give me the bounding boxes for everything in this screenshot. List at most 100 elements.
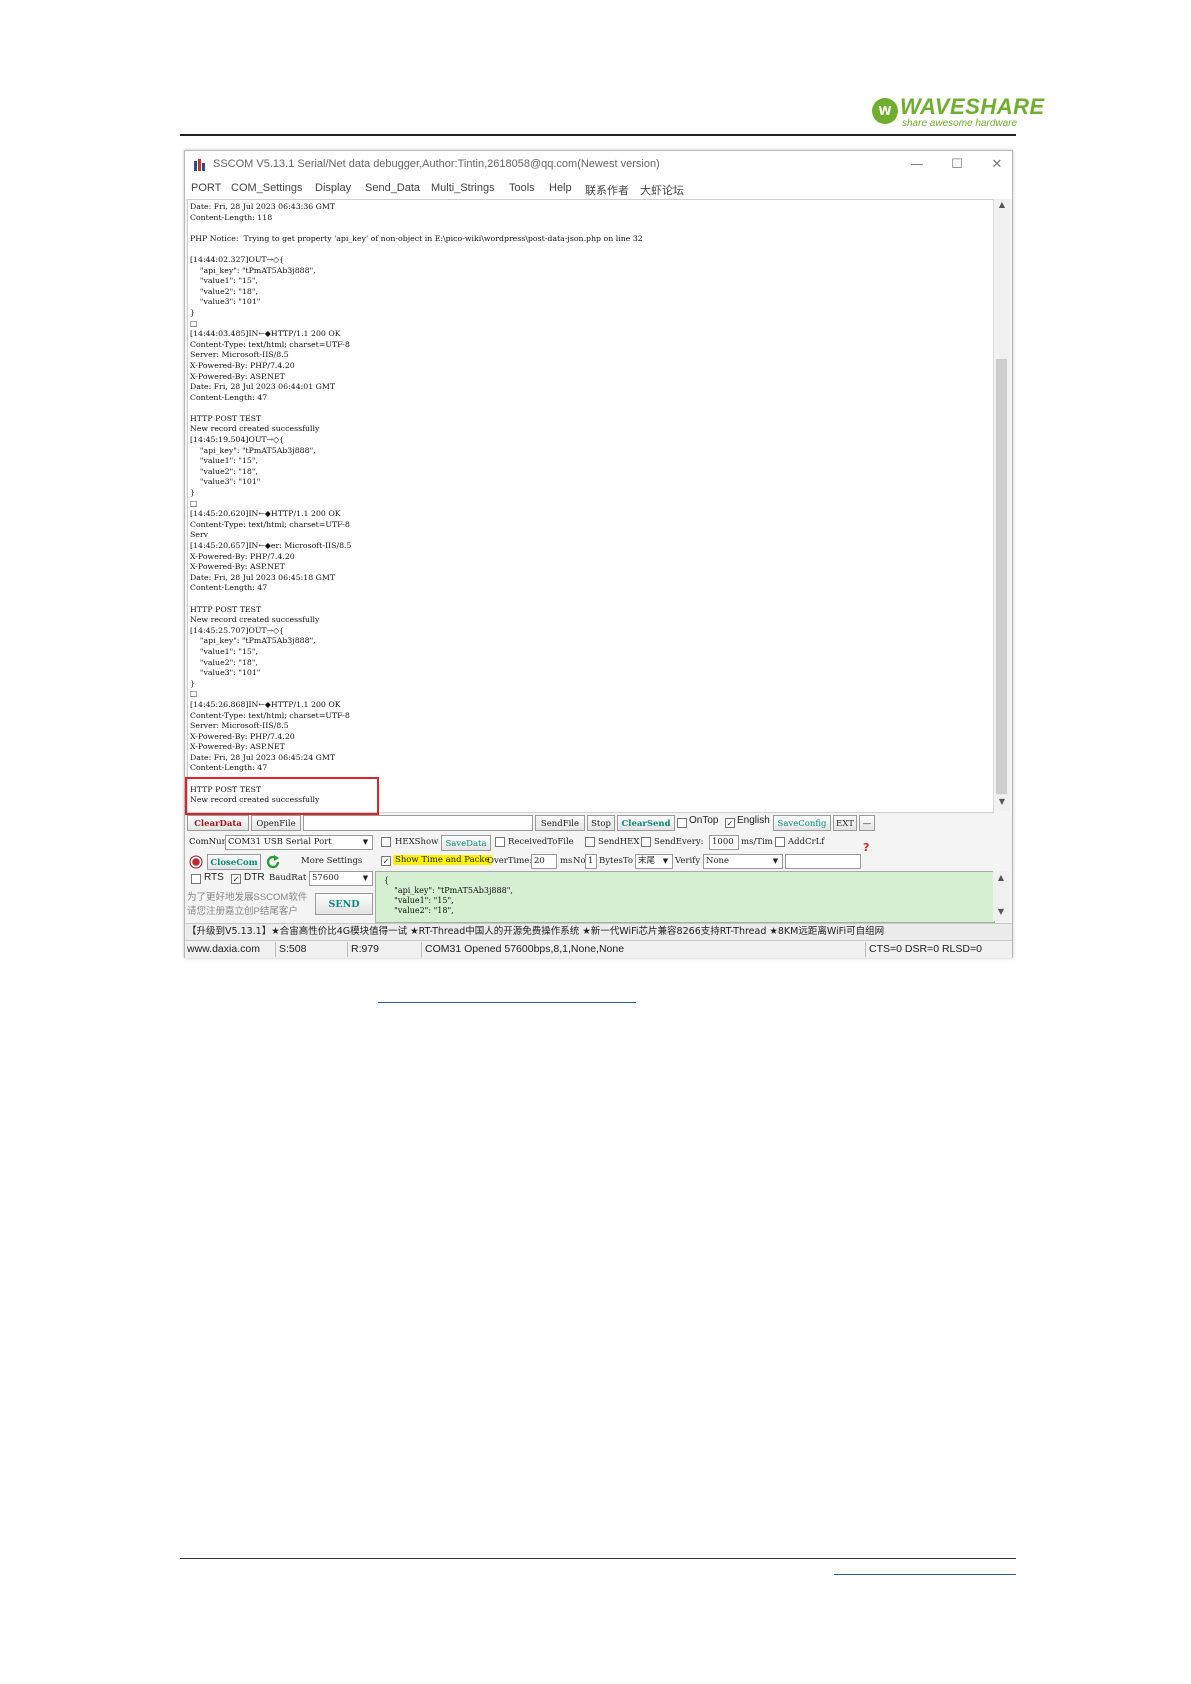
add-crlf-label: AddCrLf (788, 837, 825, 847)
window-title: SSCOM V5.13.1 Serial/Net data debugger,A… (213, 158, 660, 170)
rts-label: RTS (204, 872, 224, 883)
status-site-link[interactable]: www.daxia.com (187, 941, 260, 958)
no-input[interactable]: 1 (585, 854, 597, 869)
open-file-button[interactable]: OpenFile (251, 815, 301, 831)
menu-contact-author[interactable]: 联系作者 (585, 182, 629, 198)
menu-bar: PORT COM_Settings Display Send_Data Mult… (185, 179, 1012, 199)
chevron-down-icon: ▼ (362, 838, 369, 846)
maximize-button[interactable]: ☐ (947, 155, 967, 175)
stop-button[interactable]: Stop (587, 815, 615, 831)
close-button[interactable]: ✕ (987, 155, 1007, 175)
com-num-value: COM31 USB Serial Port (228, 837, 332, 847)
receive-area[interactable]: Date: Fri, 28 Jul 2023 06:43:36 GMT Cont… (187, 199, 994, 813)
footer-hyperlink-underline[interactable] (834, 1574, 1016, 1575)
file-path-input[interactable] (303, 815, 533, 831)
sscom-app-icon (194, 159, 205, 171)
menu-com-settings[interactable]: COM_Settings (231, 182, 303, 194)
menu-forum[interactable]: 大虾论坛 (640, 182, 684, 198)
bytes-to-select[interactable]: 末尾 ▼ (635, 854, 673, 869)
waveshare-logo: W WAVESHARE share awesome hardware (872, 94, 1044, 130)
hex-show-label: HEXShow (395, 837, 439, 847)
send-text-area[interactable]: { "api_key": "tPmAT5Ab3j888", "value1": … (375, 871, 995, 923)
more-settings-button[interactable]: More Settings (301, 856, 362, 866)
rts-checkbox[interactable] (191, 874, 201, 884)
com-num-select[interactable]: COM31 USB Serial Port ▼ (225, 835, 373, 850)
english-checkbox[interactable]: ✓ (725, 818, 735, 828)
status-received-count: R:979 (351, 943, 380, 955)
header-rule (180, 134, 1016, 136)
record-icon (189, 855, 203, 869)
show-time-label: Show Time and Packe (393, 855, 492, 865)
on-top-label: OnTop (689, 815, 719, 826)
send-file-button[interactable]: SendFile (535, 815, 585, 831)
promo-line-2[interactable]: 请您注册嘉立创P结尾客户 (187, 903, 298, 917)
save-config-button[interactable]: SaveConfig (773, 815, 831, 831)
scroll-up-icon[interactable]: ▲ (994, 200, 1010, 209)
dtr-checkbox[interactable]: ✓ (231, 874, 241, 884)
english-label: English (737, 815, 770, 826)
status-sent-count: S:508 (279, 943, 307, 955)
body-hyperlink-underline[interactable] (378, 1002, 636, 1003)
status-bar: www.daxia.com S:508 R:979 COM31 Opened 5… (185, 940, 1012, 958)
receive-to-file-checkbox[interactable] (495, 837, 505, 847)
receive-log: Date: Fri, 28 Jul 2023 06:43:36 GMT Cont… (190, 202, 643, 805)
logo-tagline: share awesome hardware (902, 118, 1018, 129)
ad-ticker[interactable]: 【升级到V5.13.1】★合宙高性价比4G模块值得一试 ★RT-Thread中国… (185, 923, 1012, 940)
sscom-window: SSCOM V5.13.1 Serial/Net data debugger,A… (184, 150, 1013, 958)
bytes-to-label: BytesTo (599, 856, 633, 866)
chevron-down-icon: ▼ (772, 857, 779, 865)
send-hex-label: SendHEX (598, 837, 640, 847)
overtime-input[interactable]: 20 (531, 854, 557, 869)
bytes-to-value: 末尾 (638, 856, 656, 866)
add-crlf-checkbox[interactable] (775, 837, 785, 847)
send-scrollbar[interactable]: ▲ ▼ (993, 871, 1009, 921)
dtr-label: DTR (244, 872, 265, 883)
clear-send-button[interactable]: ClearSend (617, 815, 675, 831)
scroll-down-icon[interactable]: ▼ (994, 797, 1010, 806)
menu-display[interactable]: Display (315, 182, 351, 194)
receive-scrollbar[interactable]: ▲ ▼ (993, 199, 1010, 811)
show-time-checkbox[interactable]: ✓ (381, 856, 391, 866)
menu-port[interactable]: PORT (191, 182, 221, 194)
collapse-button[interactable]: — (859, 815, 875, 831)
send-every-checkbox[interactable] (641, 837, 651, 847)
menu-tools[interactable]: Tools (509, 182, 535, 194)
scroll-down-icon[interactable]: ▼ (993, 907, 1009, 916)
baud-rate-select[interactable]: 57600 ▼ (309, 871, 373, 886)
verify-value: None (706, 856, 730, 866)
ms-tim-label: ms/Tim (741, 837, 773, 847)
status-port-state: COM31 Opened 57600bps,8,1,None,None (425, 943, 625, 955)
verify-result-input[interactable] (785, 854, 861, 869)
send-hex-checkbox[interactable] (585, 837, 595, 847)
clear-data-button[interactable]: ClearData (187, 815, 249, 831)
title-bar: SSCOM V5.13.1 Serial/Net data debugger,A… (185, 151, 1012, 179)
minimize-button[interactable]: — (907, 155, 927, 175)
menu-help[interactable]: Help (549, 182, 572, 194)
scroll-up-icon[interactable]: ▲ (993, 873, 1009, 882)
send-button[interactable]: SEND (315, 893, 373, 915)
verify-select[interactable]: None ▼ (703, 854, 783, 869)
verify-label: Verify (675, 856, 701, 866)
close-com-button[interactable]: CloseCom (207, 854, 261, 870)
logo-brand: WAVESHARE (900, 94, 1045, 119)
scroll-thumb[interactable] (996, 359, 1007, 794)
menu-send-data[interactable]: Send_Data (365, 182, 420, 194)
help-icon[interactable]: ? (863, 841, 869, 854)
receive-to-file-label: ReceivedToFile (508, 837, 574, 847)
no-label: No (573, 856, 586, 866)
baud-rate-label: BaudRat (269, 873, 307, 883)
chevron-down-icon: ▼ (662, 857, 669, 865)
hex-show-checkbox[interactable] (381, 837, 391, 847)
save-data-button[interactable]: SaveData (441, 835, 491, 851)
on-top-checkbox[interactable] (677, 818, 687, 828)
menu-multi-strings[interactable]: Multi_Strings (431, 182, 495, 194)
send-every-label: SendEvery: (654, 837, 704, 847)
baud-rate-value: 57600 (312, 873, 340, 883)
promo-line-1[interactable]: 为了更好地发展SSCOM软件 (187, 889, 307, 903)
send-every-input[interactable]: 1000 (709, 835, 739, 850)
waveshare-logo-icon: W (872, 98, 898, 124)
send-content: { "api_key": "tPmAT5Ab3j888", "value1": … (384, 876, 513, 915)
refresh-icon[interactable] (265, 854, 281, 870)
ext-button[interactable]: EXT (833, 815, 857, 831)
footer-rule (180, 1558, 1016, 1559)
